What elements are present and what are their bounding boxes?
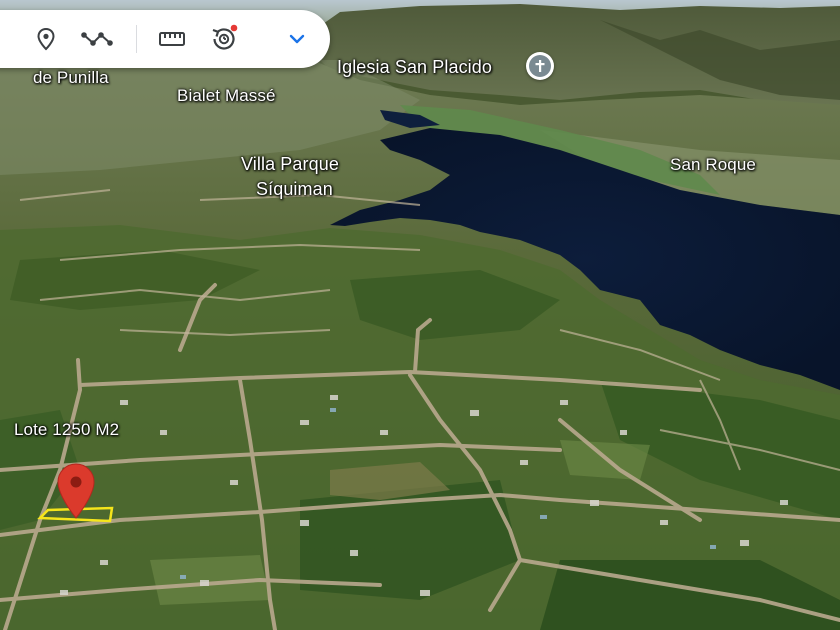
measure-button[interactable] <box>153 20 191 58</box>
map-marker-icon[interactable] <box>54 462 98 520</box>
place-label-siquiman[interactable]: Síquiman <box>256 179 333 200</box>
place-label-san-roque[interactable]: San Roque <box>670 155 756 175</box>
place-label-punilla[interactable]: de Punilla <box>33 68 109 88</box>
location-pin-icon <box>37 27 55 51</box>
church-icon[interactable] <box>526 52 554 80</box>
church-icon-inner <box>529 55 551 77</box>
add-placemark-button[interactable] <box>27 20 65 58</box>
path-icon <box>81 32 113 46</box>
satellite-map[interactable] <box>0 0 840 630</box>
place-label-iglesia[interactable]: Iglesia San Placido <box>337 57 492 78</box>
ruler-icon <box>159 32 185 46</box>
history-icon <box>212 24 238 50</box>
cross-icon <box>535 60 545 72</box>
place-label-bialet-masse[interactable]: Bialet Massé <box>177 86 276 106</box>
map-toolbar <box>0 10 330 68</box>
historical-imagery-button[interactable] <box>205 20 243 58</box>
lot-label[interactable]: Lote 1250 M2 <box>14 420 119 440</box>
chevron-down-icon <box>289 34 305 44</box>
toolbar-divider <box>136 25 137 53</box>
notification-dot <box>230 24 238 32</box>
more-tools-button[interactable] <box>278 20 316 58</box>
place-label-villa-parque[interactable]: Villa Parque <box>241 154 339 175</box>
draw-path-button[interactable] <box>78 20 116 58</box>
